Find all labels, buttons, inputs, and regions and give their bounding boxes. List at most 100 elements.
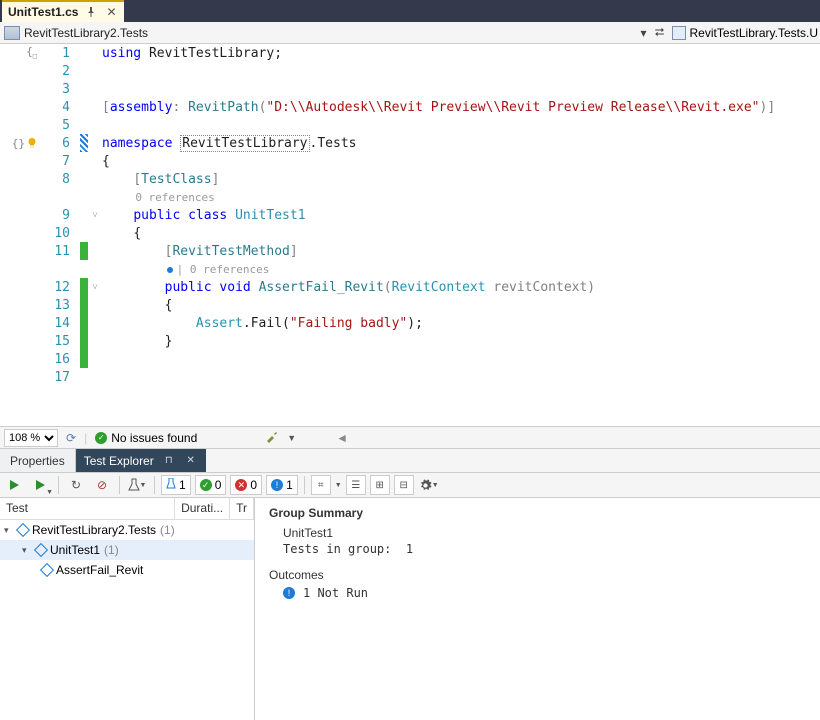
document-tab-label: UnitTest1.cs xyxy=(8,5,78,19)
test-explorer-tab[interactable]: Test Explorer ⊓ ✕ xyxy=(76,449,206,472)
notrun-tests-pill[interactable]: ! 1 xyxy=(266,475,298,495)
col-test[interactable]: Test xyxy=(0,498,175,519)
editor-status-bar: 108 % ⟳ | ✓ No issues found ▼ ◄ xyxy=(0,426,820,448)
code-text[interactable]: [assembly: RevitPath("D:\\Autodesk\\Revi… xyxy=(102,100,775,115)
code-line[interactable]: 4 [assembly: RevitPath("D:\\Autodesk\\Rev… xyxy=(0,98,820,116)
col-duration[interactable]: Durati... xyxy=(175,498,230,519)
collapse-all-button[interactable]: ⊟ xyxy=(394,475,414,495)
line-number: 13 xyxy=(40,298,80,313)
code-line[interactable]: 15 } xyxy=(0,332,820,350)
close-icon[interactable]: ✕ xyxy=(184,455,198,466)
code-line[interactable]: 5 xyxy=(0,116,820,134)
code-line[interactable]: 17 xyxy=(0,368,820,386)
caret-down-icon[interactable]: ▾ xyxy=(4,525,14,536)
cancel-run-button[interactable]: ⊘ xyxy=(91,474,113,496)
tree-group[interactable]: ▾ UnitTest1 (1) xyxy=(0,540,254,560)
code-line[interactable]: 12˅ public void AssertFail_Revit(RevitCo… xyxy=(0,278,820,296)
fold-toggle[interactable]: ˅ xyxy=(88,282,102,293)
code-text[interactable]: namespace RevitTestLibrary.Tests xyxy=(102,136,356,151)
pin-icon[interactable] xyxy=(84,5,98,19)
properties-tab[interactable]: Properties xyxy=(0,449,76,472)
line-number: 4 xyxy=(40,100,80,115)
code-line[interactable]: {□1using RevitTestLibrary; xyxy=(0,44,820,62)
screwdriver-icon[interactable] xyxy=(265,429,279,446)
settings-button[interactable]: ▼ xyxy=(418,474,440,496)
total-tests-pill[interactable]: 1 xyxy=(161,475,191,495)
breadcrumb-right[interactable]: ⮂ RevitTestLibrary.Tests.U xyxy=(652,25,820,40)
outcomes-label: Outcomes xyxy=(269,568,806,582)
line-number: 7 xyxy=(40,154,80,169)
code-line[interactable]: | 0 references xyxy=(0,260,820,278)
code-line[interactable]: 11 [RevitTestMethod] xyxy=(0,242,820,260)
code-line[interactable]: 3 xyxy=(0,80,820,98)
change-bar xyxy=(80,188,88,206)
playlist-button[interactable]: ▼ xyxy=(126,474,148,496)
code-text[interactable] xyxy=(102,352,133,367)
line-number: 17 xyxy=(40,370,80,385)
code-editor[interactable]: {□1using RevitTestLibrary;23 4 [assembly: … xyxy=(0,44,820,426)
breadcrumb-bar: RevitTestLibrary2.Tests ▾ ⮂ RevitTestLib… xyxy=(0,22,820,44)
code-text[interactable]: public void AssertFail_Revit(RevitContex… xyxy=(102,280,595,295)
view-columns-button[interactable]: ☰ xyxy=(346,475,366,495)
flask-icon xyxy=(166,478,176,493)
fold-toggle[interactable]: ˅ xyxy=(88,210,102,221)
run-all-button[interactable] xyxy=(4,474,26,496)
expand-all-button[interactable]: ⊞ xyxy=(370,475,390,495)
run-button[interactable]: ▼ xyxy=(30,474,52,496)
code-line[interactable]: {}6namespace RevitTestLibrary.Tests xyxy=(0,134,820,152)
group-name: UnitTest1 xyxy=(283,526,806,540)
pin-icon[interactable]: ⊓ xyxy=(162,455,176,466)
zoom-control[interactable]: 108 % xyxy=(4,429,58,447)
code-text[interactable]: { xyxy=(102,226,141,241)
outcome-notrun[interactable]: ! 1 Not Run xyxy=(283,586,806,600)
code-line[interactable]: 7{ xyxy=(0,152,820,170)
caret-down-icon[interactable]: ▾ xyxy=(22,545,32,556)
lightbulb-icon[interactable]: {} xyxy=(0,137,40,150)
code-line[interactable]: 0 references xyxy=(0,188,820,206)
code-line[interactable]: 14 Assert.Fail("Failing badly"); xyxy=(0,314,820,332)
check-icon: ✓ xyxy=(95,432,107,444)
tree-test[interactable]: AssertFail_Revit xyxy=(0,560,254,580)
code-line[interactable]: 8 [TestClass] xyxy=(0,170,820,188)
test-tree[interactable]: Test Durati... Tr ▾ RevitTestLibrary2.Te… xyxy=(0,498,255,720)
arrow-left-icon[interactable]: ◄ xyxy=(336,431,348,445)
refresh-icon[interactable]: ⟳ xyxy=(66,431,76,445)
code-text[interactable]: } xyxy=(102,334,172,349)
change-bar xyxy=(80,116,88,134)
code-text[interactable]: 0 references xyxy=(102,190,215,205)
code-text[interactable]: | 0 references xyxy=(102,262,269,277)
code-text[interactable]: public class UnitTest1 xyxy=(102,208,306,223)
group-summary-title: Group Summary xyxy=(269,506,806,520)
tree-root[interactable]: ▾ RevitTestLibrary2.Tests (1) xyxy=(0,520,254,540)
line-number: 15 xyxy=(40,334,80,349)
line-number: 9 xyxy=(40,208,80,223)
code-text[interactable]: using RevitTestLibrary; xyxy=(102,46,282,61)
test-tree-columns: Test Durati... Tr xyxy=(0,498,254,520)
swap-icon[interactable]: ⮂ xyxy=(652,25,668,40)
issues-indicator[interactable]: ✓ No issues found xyxy=(95,431,197,445)
code-line[interactable]: 9 ˅ public class UnitTest1 xyxy=(0,206,820,224)
group-by-button[interactable]: ⌗ xyxy=(311,475,331,495)
repeat-button[interactable]: ↻ xyxy=(65,474,87,496)
chevron-down-icon[interactable]: ▼ xyxy=(287,433,296,443)
document-tab[interactable]: UnitTest1.cs ✕ xyxy=(2,0,124,22)
close-icon[interactable]: ✕ xyxy=(104,5,118,19)
line-number: 5 xyxy=(40,118,80,133)
code-line[interactable]: 2 xyxy=(0,62,820,80)
chevron-down-icon[interactable]: ▾ xyxy=(636,26,652,40)
code-line[interactable]: 16 xyxy=(0,350,820,368)
col-traits[interactable]: Tr xyxy=(230,498,254,519)
zoom-select[interactable]: 108 % xyxy=(4,429,58,447)
line-number: 16 xyxy=(40,352,80,367)
code-line[interactable]: 10 { xyxy=(0,224,820,242)
code-text[interactable]: { xyxy=(102,154,110,169)
code-text[interactable]: [TestClass] xyxy=(102,172,219,187)
test-explorer-label: Test Explorer xyxy=(84,454,154,468)
passed-tests-pill[interactable]: ✓ 0 xyxy=(195,475,227,495)
code-line[interactable]: 13 { xyxy=(0,296,820,314)
failed-tests-pill[interactable]: ✕ 0 xyxy=(230,475,262,495)
code-text[interactable]: [RevitTestMethod] xyxy=(102,244,298,259)
breadcrumb-left[interactable]: RevitTestLibrary2.Tests xyxy=(0,26,636,40)
code-text[interactable]: { xyxy=(102,298,172,313)
code-text[interactable]: Assert.Fail("Failing badly"); xyxy=(102,316,423,331)
